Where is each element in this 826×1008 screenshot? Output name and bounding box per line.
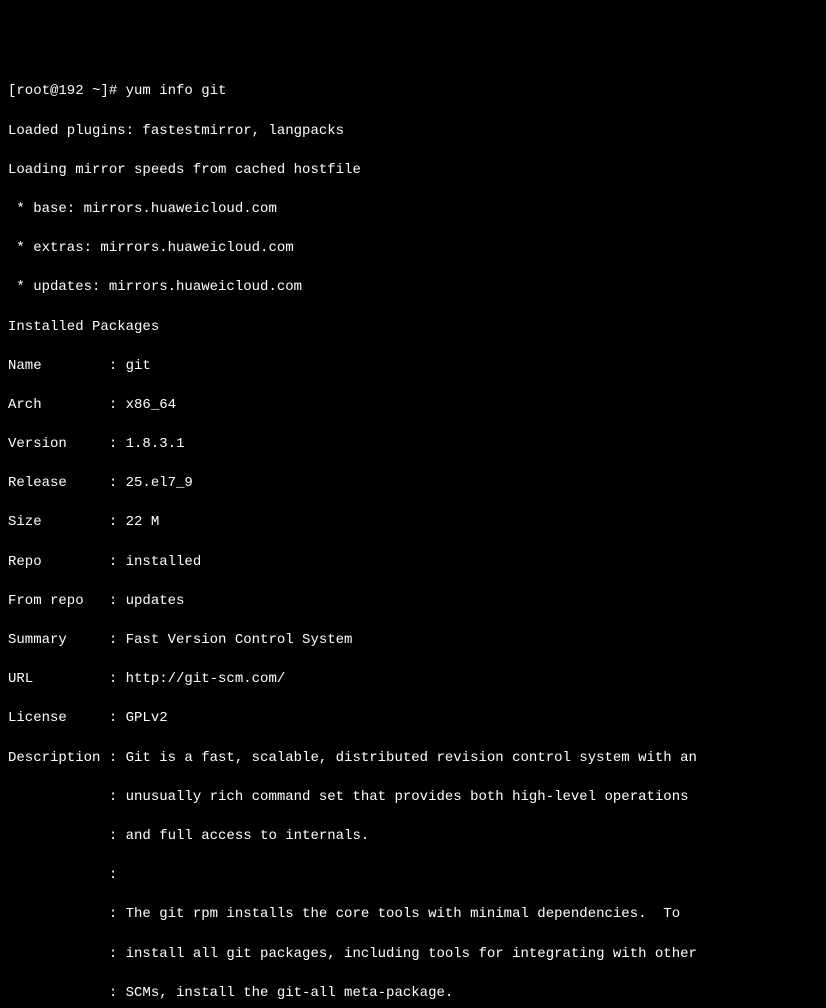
field-name: Name : git: [8, 357, 818, 377]
field-release: Release : 25.el7_9: [8, 474, 818, 494]
field-arch: Arch : x86_64: [8, 396, 818, 416]
field-url: URL : http://git-scm.com/: [8, 670, 818, 690]
mirror-extras: * extras: mirrors.huaweicloud.com: [8, 239, 818, 259]
field-summary: Summary : Fast Version Control System: [8, 631, 818, 651]
description-line-3: : and full access to internals.: [8, 827, 818, 847]
installed-packages-header: Installed Packages: [8, 318, 818, 338]
description-line-4: :: [8, 866, 818, 886]
prompt-line-1: [root@192 ~]# yum info git: [8, 82, 818, 102]
field-size: Size : 22 M: [8, 513, 818, 533]
loading-mirrors: Loading mirror speeds from cached hostfi…: [8, 161, 818, 181]
mirror-base: * base: mirrors.huaweicloud.com: [8, 200, 818, 220]
description-line-1: Description : Git is a fast, scalable, d…: [8, 749, 818, 769]
mirror-updates: * updates: mirrors.huaweicloud.com: [8, 278, 818, 298]
description-line-6: : install all git packages, including to…: [8, 945, 818, 965]
description-line-5: : The git rpm installs the core tools wi…: [8, 905, 818, 925]
description-line-7: : SCMs, install the git-all meta-package…: [8, 984, 818, 1004]
field-license: License : GPLv2: [8, 709, 818, 729]
field-from-repo: From repo : updates: [8, 592, 818, 612]
loaded-plugins: Loaded plugins: fastestmirror, langpacks: [8, 122, 818, 142]
field-repo: Repo : installed: [8, 553, 818, 573]
description-line-2: : unusually rich command set that provid…: [8, 788, 818, 808]
field-version: Version : 1.8.3.1: [8, 435, 818, 455]
